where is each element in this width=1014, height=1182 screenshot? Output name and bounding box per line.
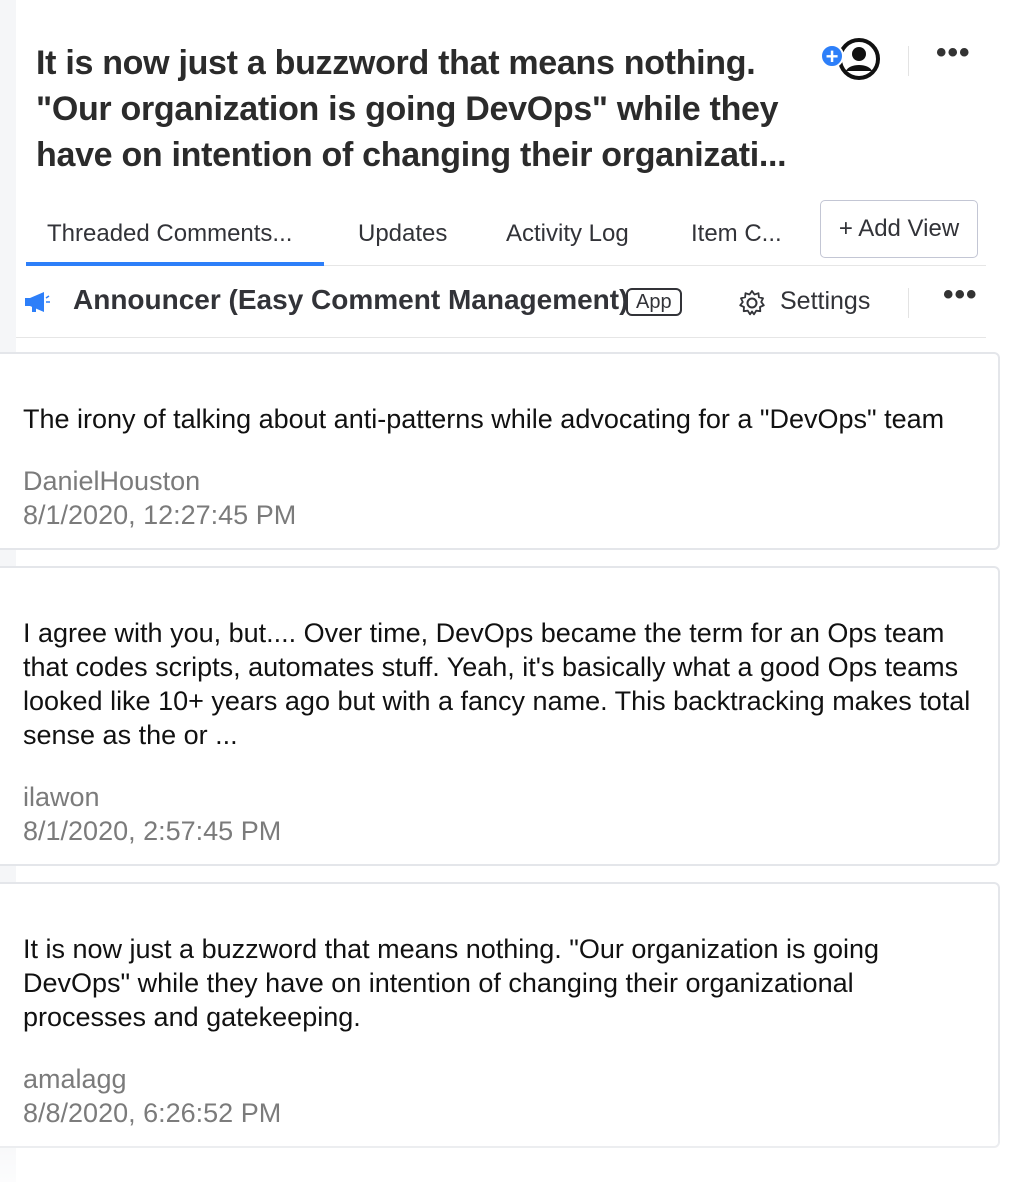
divider — [908, 288, 909, 318]
plus-icon: + — [820, 44, 844, 68]
comment-card[interactable]: I agree with you, but.... Over time, Dev… — [0, 566, 1000, 866]
comment-card[interactable]: The irony of talking about anti-patterns… — [0, 352, 1000, 550]
active-tab-indicator — [26, 262, 324, 266]
comment-author: ilawon — [23, 782, 100, 812]
comment-card[interactable]: It is now just a buzzword that means not… — [0, 882, 1000, 1148]
comment-timestamp: 8/1/2020, 2:57:45 PM — [23, 816, 282, 846]
comment-list: The irony of talking about anti-patterns… — [0, 352, 1000, 1164]
gear-icon[interactable] — [738, 289, 766, 317]
page-title: It is now just a buzzword that means not… — [36, 44, 787, 174]
comment-timestamp: 8/1/2020, 12:27:45 PM — [23, 500, 297, 530]
comment-text: I agree with you, but.... Over time, Dev… — [23, 618, 971, 750]
tab-item-c[interactable]: Item C... — [691, 220, 782, 248]
more-options-icon[interactable]: ••• — [936, 36, 971, 70]
app-name: Announcer (Easy Comment Management) — [73, 284, 629, 315]
comment-author: DanielHouston — [23, 466, 201, 496]
more-options-icon[interactable]: ••• — [943, 278, 978, 312]
settings-button[interactable]: Settings — [780, 287, 870, 316]
comment-timestamp: 8/8/2020, 6:26:52 PM — [23, 1098, 282, 1128]
add-subscriber-button[interactable]: + — [820, 38, 882, 82]
item-panel: ⋮ It is now just a buzzword that means n… — [0, 0, 1014, 1182]
app-bar: Announcer (Easy Comment Management) App … — [16, 268, 986, 338]
person-icon — [838, 38, 880, 80]
divider — [908, 46, 909, 76]
comment-text: It is now just a buzzword that means not… — [23, 934, 880, 1032]
tab-activity-log[interactable]: Activity Log — [506, 220, 629, 248]
add-view-button[interactable]: + Add View — [820, 200, 978, 258]
comment-text: The irony of talking about anti-patterns… — [23, 404, 945, 434]
app-badge: App — [626, 288, 682, 316]
tab-threaded-comments[interactable]: Threaded Comments... — [47, 220, 292, 248]
comment-author: amalagg — [23, 1064, 127, 1094]
tab-updates[interactable]: Updates — [358, 220, 447, 248]
megaphone-icon — [25, 292, 50, 312]
